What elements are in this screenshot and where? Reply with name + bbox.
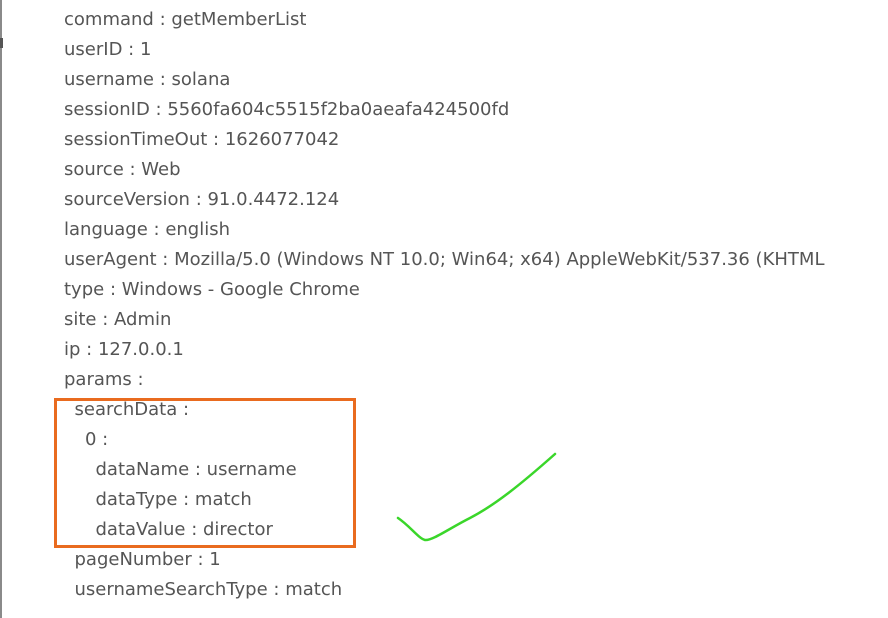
field-line-userid: userID : 1: [64, 39, 151, 61]
field-key: sessionTimeOut: [64, 129, 208, 150]
field-line-pagenumber: pageNumber : 1: [75, 549, 221, 571]
field-separator: :: [80, 339, 98, 360]
field-separator: :: [156, 249, 175, 270]
field-line-username: username : solana: [64, 69, 230, 91]
field-line-params: params :: [64, 369, 144, 391]
field-separator: :: [267, 579, 286, 600]
field-separator: :: [123, 159, 142, 180]
field-key: sourceVersion: [64, 189, 190, 210]
field-separator: :: [131, 369, 144, 390]
field-separator: :: [122, 39, 140, 60]
field-separator: :: [189, 189, 208, 210]
field-value: 91.0.4472.124: [207, 189, 340, 210]
field-line-usernamesearchtype: usernameSearchType : match: [75, 579, 343, 601]
field-line-sessionid: sessionID : 5560fa604c5515f2ba0aeafa4245…: [64, 99, 509, 121]
field-separator: :: [191, 549, 210, 570]
field-line-ip: ip : 127.0.0.1: [64, 339, 184, 361]
field-value: Mozilla/5.0 (Windows NT 10.0; Win64; x64…: [174, 249, 825, 270]
field-value: Admin: [114, 309, 172, 330]
field-value: 1626077042: [224, 129, 340, 150]
field-line-type: type : Windows - Google Chrome: [64, 279, 360, 301]
field-separator: :: [104, 279, 122, 300]
field-key: userID: [64, 39, 123, 60]
field-separator: :: [96, 309, 115, 330]
field-value: solana: [171, 69, 231, 90]
field-value: english: [165, 219, 231, 240]
field-key: site: [64, 309, 97, 330]
field-value: Windows - Google Chrome: [121, 279, 360, 300]
field-separator: :: [207, 129, 225, 150]
field-value: 1: [139, 39, 152, 60]
field-line-language: language : english: [64, 219, 230, 241]
field-value: Web: [141, 159, 181, 180]
field-value: 127.0.0.1: [97, 339, 184, 360]
field-line-command: command : getMemberList: [64, 9, 306, 31]
field-key: type: [64, 279, 105, 300]
field-value: getMemberList: [171, 9, 307, 30]
field-key: sessionID: [64, 99, 150, 120]
field-key: command: [64, 9, 154, 30]
field-line-useragent: userAgent : Mozilla/5.0 (Windows NT 10.0…: [64, 249, 824, 271]
field-line-sessiontimeout: sessionTimeOut : 1626077042: [64, 129, 339, 151]
field-value: 1: [209, 549, 221, 570]
field-separator: :: [153, 9, 172, 30]
field-key: username: [64, 69, 154, 90]
field-line-site: site : Admin: [64, 309, 171, 331]
field-line-sourceversion: sourceVersion : 91.0.4472.124: [64, 189, 339, 211]
field-key: ip: [64, 339, 81, 360]
field-separator: :: [147, 219, 166, 240]
field-key: usernameSearchType: [74, 579, 268, 600]
field-separator: :: [149, 99, 168, 120]
search-data-highlight-box: [54, 398, 356, 548]
checkmark-stroke: [396, 452, 557, 542]
field-key: source: [64, 159, 124, 180]
field-key: language: [64, 219, 148, 240]
field-key: pageNumber: [74, 549, 192, 570]
field-key: userAgent: [64, 249, 157, 270]
field-key: params: [64, 369, 132, 390]
checkmark-annotation: [396, 452, 557, 542]
field-line-source: source : Web: [64, 159, 181, 181]
field-value: 5560fa604c5515f2ba0aeafa424500fd: [167, 99, 510, 120]
field-separator: :: [154, 69, 172, 90]
field-value: match: [285, 579, 343, 600]
